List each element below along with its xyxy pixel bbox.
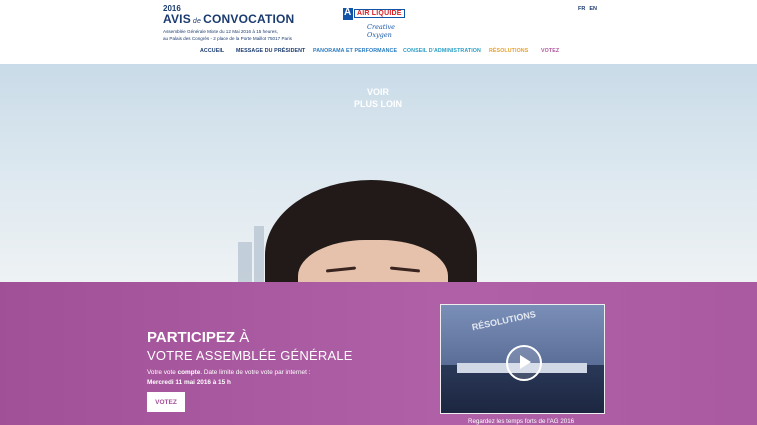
hero-banner: VOIR PLUS LOIN xyxy=(0,64,757,282)
video-caption[interactable]: Regardez les temps forts de l'AG 2016 xyxy=(468,418,574,425)
hero-line-2: PLUS LOIN xyxy=(353,99,402,109)
language-switcher: FR EN xyxy=(578,6,601,12)
lang-en[interactable]: EN xyxy=(589,6,597,12)
hero-slogan: VOIR PLUS LOIN xyxy=(338,86,418,110)
avis-text: AVIS xyxy=(163,12,191,26)
eyebrow xyxy=(389,266,421,273)
participate-title-bold: PARTICIPEZ xyxy=(147,329,236,346)
header: 2016 AVIS de CONVOCATION Assemblée Général… xyxy=(0,0,757,64)
nav-item-panorama-et-performance[interactable]: PANORAMA ET PERFORMANCE xyxy=(313,48,397,54)
votez-button[interactable]: VOTEZ xyxy=(147,392,185,412)
logo-text: AIR LIQUIDE xyxy=(354,9,405,18)
main-nav: ACCUEIL MESSAGE DU PRÉSIDENT PANORAMA ET… xyxy=(0,48,757,58)
lang-fr[interactable]: FR xyxy=(578,6,585,12)
vote-info-bold: compte xyxy=(177,369,201,376)
vote-info: Votre vote compte. Date limite de votre … xyxy=(147,368,310,377)
participate-title-rest: À xyxy=(239,329,250,346)
vote-deadline: Mercredi 11 mai 2016 à 15 h xyxy=(147,379,231,386)
title-block[interactable]: 2016 AVIS de CONVOCATION Assemblée Général… xyxy=(163,4,343,42)
air-liquide-logo[interactable]: AIR LIQUIDE Creative Oxygen xyxy=(343,7,413,39)
building xyxy=(254,226,264,282)
hero-line-1: VOIR xyxy=(366,87,389,97)
nav-item-resolutions[interactable]: RÉSOLUTIONS xyxy=(489,48,528,54)
play-icon[interactable] xyxy=(506,345,542,381)
logo-icon xyxy=(343,7,353,20)
participate-title: PARTICIPEZ À xyxy=(147,329,249,347)
nav-item-message-du-president[interactable]: MESSAGE DU PRÉSIDENT xyxy=(236,48,305,54)
page-title: AVIS de CONVOCATION xyxy=(163,13,343,28)
subtitle-line-2: au Palais des Congrès - 2 place de la Po… xyxy=(163,36,292,41)
subtitle-line-1: Assemblée Générale Mixte du 12 Mai 2016 … xyxy=(163,29,278,34)
nav-item-conseil-administration[interactable]: CONSEIL D'ADMINISTRATION xyxy=(403,48,481,54)
de-text: de xyxy=(192,18,202,25)
building xyxy=(238,242,252,282)
participate-section: PARTICIPEZ À VOTRE ASSEMBLÉE GÉNÉRALE Vo… xyxy=(0,282,757,425)
convocation-text: CONVOCATION xyxy=(203,12,295,26)
nav-item-accueil[interactable]: ACCUEIL xyxy=(200,48,224,54)
band-overlay xyxy=(0,282,757,425)
vote-info-prefix: Votre vote xyxy=(147,369,178,376)
participate-subtitle: VOTRE ASSEMBLÉE GÉNÉRALE xyxy=(147,348,353,363)
vote-info-suffix: . Date limite de votre vote par internet… xyxy=(200,369,311,376)
video-player[interactable]: RÉSOLUTIONS xyxy=(440,304,605,414)
eyebrow xyxy=(325,266,357,273)
nav-item-votez[interactable]: VOTEZ xyxy=(541,48,559,54)
logo-tagline: Creative Oxygen xyxy=(367,23,396,39)
